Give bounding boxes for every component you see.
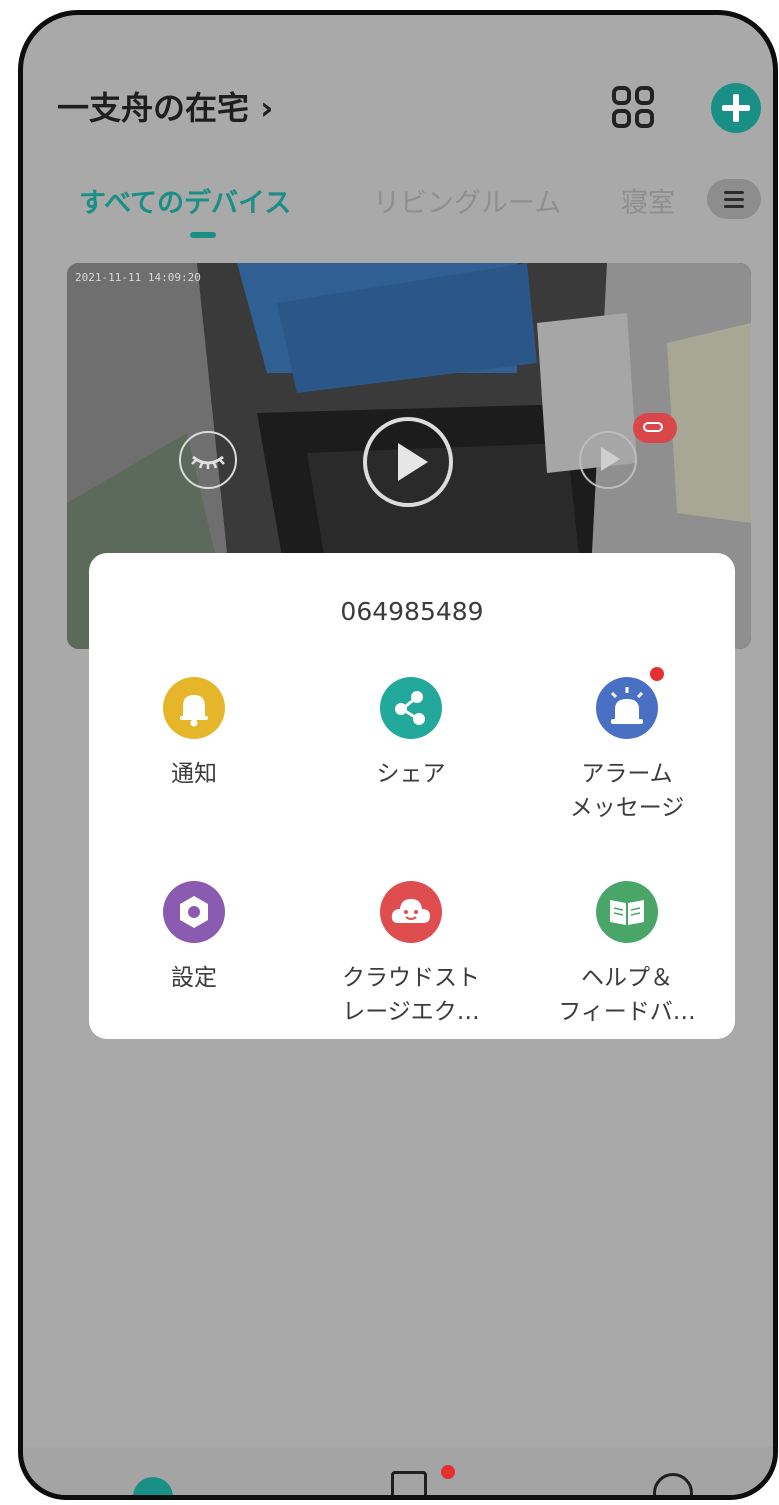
playback-button[interactable] bbox=[579, 431, 637, 489]
app-header: 一支舟の在宅 › すべてのデバイス リビングルーム 寝室 bbox=[23, 15, 773, 275]
camera-timestamp: 2021-11-11 14:09:20 bbox=[75, 271, 201, 284]
alarm-message-label: アラーム メッセージ bbox=[569, 761, 685, 821]
bottom-navigation bbox=[23, 1447, 773, 1495]
device-action-popup: 064985489 通知 シェア アラーム メッセージ 設定 クラウドスト レー… bbox=[89, 553, 735, 1039]
cloud-storage-label: クラウドスト レージエク… bbox=[342, 965, 480, 1025]
tab-bedroom[interactable]: 寝室 bbox=[621, 181, 675, 220]
share-label: シェア bbox=[376, 761, 446, 787]
room-menu-button[interactable] bbox=[707, 179, 761, 219]
gear-icon bbox=[163, 881, 225, 943]
play-icon bbox=[398, 443, 428, 481]
notification-action[interactable]: 通知 bbox=[94, 677, 294, 791]
devices-unread-badge bbox=[441, 1465, 455, 1479]
alarm-siren-icon bbox=[596, 667, 664, 739]
play-live-button[interactable] bbox=[363, 417, 453, 507]
alarm-message-action[interactable]: アラーム メッセージ bbox=[527, 667, 727, 825]
phone-frame: 一支舟の在宅 › すべてのデバイス リビングルーム 寝室 2021-11-11 … bbox=[18, 10, 778, 1500]
device-id-title: 064985489 bbox=[340, 597, 484, 626]
play-icon bbox=[601, 447, 620, 471]
home-tab-icon[interactable] bbox=[133, 1477, 173, 1495]
link-icon bbox=[643, 422, 663, 432]
bell-icon bbox=[163, 677, 225, 739]
home-selector[interactable]: 一支舟の在宅 › bbox=[57, 83, 273, 129]
closed-eye-icon bbox=[191, 455, 225, 469]
tab-all-devices[interactable]: すべてのデバイス bbox=[79, 181, 291, 220]
tab-living-room[interactable]: リビングルーム bbox=[373, 181, 561, 220]
privacy-mode-button[interactable] bbox=[179, 431, 237, 489]
help-feedback-label: ヘルプ＆ フィードバ… bbox=[558, 965, 696, 1025]
settings-label: 設定 bbox=[171, 965, 217, 991]
add-device-button[interactable] bbox=[711, 83, 761, 133]
profile-tab-icon[interactable] bbox=[653, 1473, 693, 1495]
alarm-unread-badge bbox=[650, 667, 664, 681]
active-tab-indicator bbox=[190, 232, 216, 238]
devices-tab-icon[interactable] bbox=[391, 1471, 427, 1495]
cloud-link-badge bbox=[633, 413, 677, 443]
help-feedback-action[interactable]: ヘルプ＆ フィードバ… bbox=[527, 881, 727, 1029]
notification-label: 通知 bbox=[171, 761, 217, 787]
grid-view-icon[interactable] bbox=[611, 85, 655, 129]
cloud-icon bbox=[380, 881, 442, 943]
cloud-storage-action[interactable]: クラウドスト レージエク… bbox=[311, 881, 511, 1029]
settings-action[interactable]: 設定 bbox=[94, 881, 294, 995]
book-icon bbox=[596, 881, 658, 943]
share-icon bbox=[380, 677, 442, 739]
share-action[interactable]: シェア bbox=[311, 677, 511, 791]
